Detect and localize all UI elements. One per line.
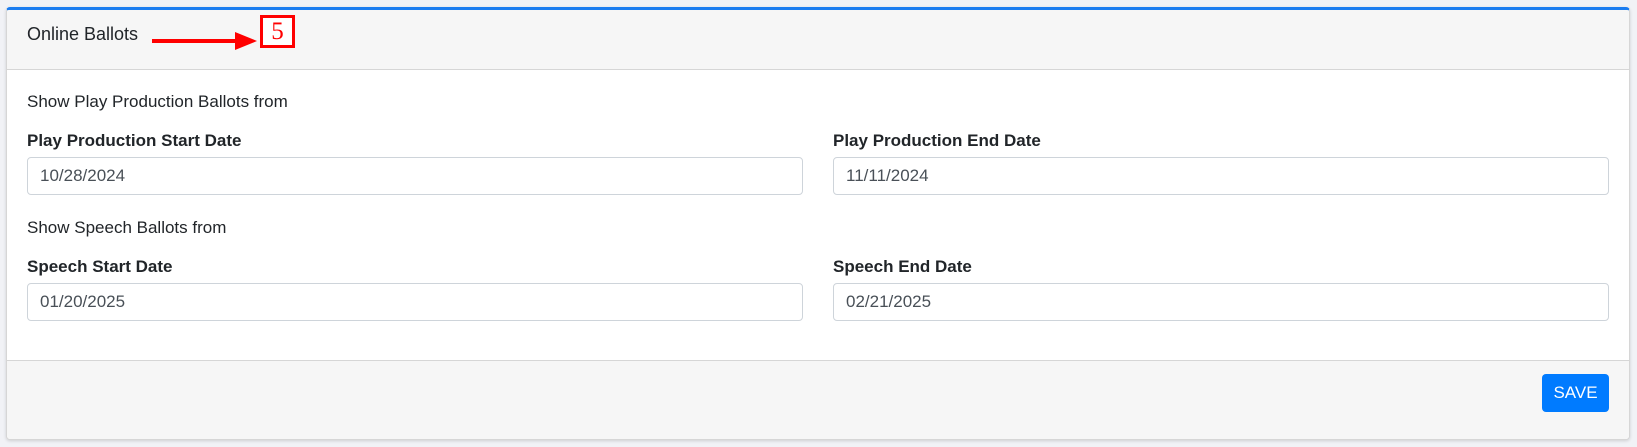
speech-start-date-input[interactable] (27, 283, 803, 321)
save-button[interactable]: SAVE (1542, 374, 1609, 412)
play-section-text: Show Play Production Ballots from (27, 92, 288, 111)
speech-end-date-input[interactable] (833, 283, 1609, 321)
annotation-arrow-icon (152, 32, 257, 50)
play-end-date-input[interactable] (833, 157, 1609, 195)
play-start-date-input[interactable] (27, 157, 803, 195)
card-header: Online Ballots 5 (7, 10, 1629, 70)
annotation-badge: 5 (260, 15, 295, 48)
play-end-label: Play Production End Date (833, 131, 1041, 150)
speech-start-label: Speech Start Date (27, 257, 173, 276)
card-footer: SAVE (7, 360, 1629, 439)
play-start-label: Play Production Start Date (27, 131, 242, 150)
online-ballots-card: Online Ballots 5 Show Play Production Ba… (6, 7, 1630, 440)
card-title: Online Ballots (27, 24, 139, 44)
speech-section-text: Show Speech Ballots from (27, 218, 227, 237)
speech-end-label: Speech End Date (833, 257, 972, 276)
